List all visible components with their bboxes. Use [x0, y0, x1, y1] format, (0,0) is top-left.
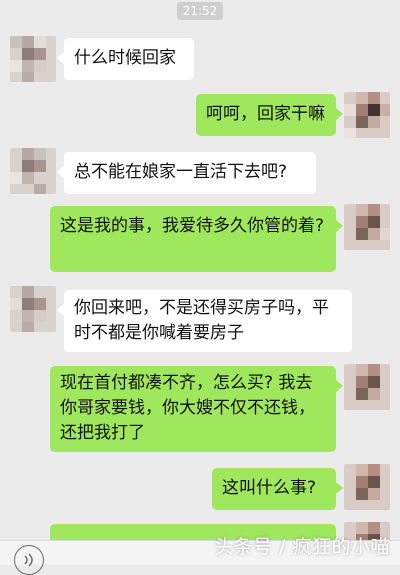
avatar-icon: [10, 36, 56, 82]
avatar-icon: [344, 204, 390, 250]
message-bubble[interactable]: 现在首付都凑不齐，怎么买? 我去你哥家要钱，你大嫂不仅不还钱，还把我打了: [50, 366, 343, 452]
watermark: 头条号 / 疯狂的小喵: [214, 536, 390, 558]
avatar-icon: [344, 364, 390, 410]
my-avatar[interactable]: [344, 92, 390, 138]
avatar-icon: [10, 148, 56, 194]
contact-avatar[interactable]: [10, 36, 56, 82]
message-bubble[interactable]: 呵呵，回家干嘛: [196, 94, 343, 136]
my-avatar[interactable]: [344, 204, 390, 250]
message-bubble[interactable]: 什么时候回家: [57, 38, 194, 80]
message-text: 总不能在娘家一直活下去吧?: [74, 162, 288, 182]
avatar-icon: [344, 92, 390, 138]
my-avatar[interactable]: [344, 364, 390, 410]
message-text: 这是我的事，我爱待多久你管的着?: [60, 216, 325, 236]
avatar-icon: [10, 286, 56, 332]
message-text: 你回来吧，不是还得买房子吗，平时不都是你喊着要房子: [74, 298, 329, 343]
message-bubble[interactable]: 这是我的事，我爱待多久你管的着?: [50, 206, 343, 272]
message-text: 呵呵，回家干嘛: [206, 104, 325, 124]
message-bubble[interactable]: 这叫什么事?: [212, 468, 343, 510]
voice-button[interactable]: [14, 545, 44, 575]
timestamp: 21:52: [177, 2, 223, 20]
message-text: 这叫什么事?: [222, 478, 317, 498]
message-text: 现在首付都凑不齐，怎么买? 我去你哥家要钱，你大嫂不仅不还钱，还把我打了: [60, 373, 315, 443]
contact-avatar[interactable]: [10, 148, 56, 194]
avatar-icon: [344, 464, 390, 510]
my-avatar[interactable]: [344, 464, 390, 510]
contact-avatar[interactable]: [10, 286, 56, 332]
message-bubble[interactable]: 你回来吧，不是还得买房子吗，平时不都是你喊着要房子: [57, 290, 352, 352]
message-text: 什么时候回家: [74, 48, 176, 68]
message-bubble[interactable]: 总不能在娘家一直活下去吧?: [57, 152, 316, 194]
voice-icon: [24, 553, 33, 567]
